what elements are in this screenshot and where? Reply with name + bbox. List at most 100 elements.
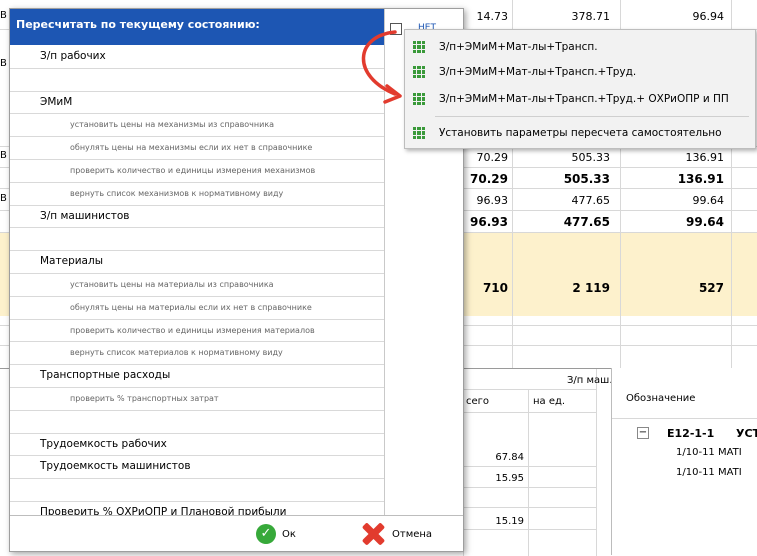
grid-line	[612, 418, 757, 419]
section-label: Трудоемкость рабочих	[40, 437, 167, 450]
option-item[interactable]: проверить % транспортных затрат	[70, 394, 219, 403]
grid-icon	[413, 127, 425, 139]
option-item[interactable]: установить цены на механизмы из справочн…	[70, 120, 274, 129]
row-separator	[10, 341, 384, 343]
menu-item-preset-3[interactable]: З/п+ЭМиМ+Мат-лы+Трансп.+Труд.+ ОХРиОПР и…	[405, 88, 755, 110]
option-item[interactable]: вернуть список механизмов к нормативному…	[70, 189, 283, 198]
option-item[interactable]: проверить количество и единицы измерения…	[70, 166, 315, 175]
row-separator	[10, 113, 384, 115]
row-marker: B	[0, 58, 7, 69]
table-cell: 15.95	[495, 473, 524, 484]
grid-line	[463, 507, 596, 508]
row-separator	[10, 181, 384, 183]
table-cell: 70.29	[470, 172, 508, 186]
row-separator	[10, 364, 384, 366]
option-item[interactable]: проверить количество и единицы измерения…	[70, 326, 315, 335]
row-separator	[10, 318, 384, 320]
grid-line	[596, 369, 597, 556]
option-item[interactable]: обнулять цены на механизмы если их нет в…	[70, 143, 312, 152]
annotation-arrow	[361, 30, 402, 104]
menu-item-preset-2[interactable]: З/п+ЭМиМ+Мат-лы+Трансп.+Труд.	[405, 61, 755, 83]
menu-item-label: З/п+ЭМиМ+Мат-лы+Трансп.+Труд.+ ОХРиОПР и…	[439, 93, 729, 105]
table-cell: 67.84	[495, 452, 524, 463]
table-cell: 477.65	[563, 215, 610, 229]
table-cell: 96.93	[476, 194, 509, 207]
section-label: З/п рабочих	[40, 50, 106, 62]
row-separator	[10, 227, 384, 229]
close-icon	[360, 523, 386, 545]
section-label: ЭМиМ	[40, 95, 73, 108]
row-marker: B	[0, 10, 7, 21]
table-cell: 505.33	[571, 151, 611, 164]
table-cell: 527	[698, 281, 724, 295]
section-label: Трудоемкость машинистов	[40, 460, 191, 473]
table-cell: 96.94	[692, 10, 725, 23]
grid-line	[463, 487, 596, 488]
ok-button-label: Ок	[282, 528, 296, 540]
row-separator	[10, 136, 384, 138]
option-item[interactable]: установить цены на материалы из справочн…	[70, 280, 274, 289]
table-cell: 99.64	[686, 215, 724, 229]
table-cell: 99.64	[692, 194, 725, 207]
table-cell: 14.73	[476, 10, 509, 23]
collapse-icon[interactable]: −	[637, 427, 649, 439]
tree-header: Обозначение	[626, 393, 696, 404]
dialog-title: Пересчитать по текущему состоянию:	[10, 9, 384, 45]
menu-separator	[435, 116, 749, 117]
grid-line	[463, 389, 596, 390]
table-cell: 70.29	[476, 151, 509, 164]
ok-button[interactable]: ✓ Ок	[256, 520, 296, 548]
table-cell: 15.19	[495, 516, 524, 527]
grid-line	[463, 412, 596, 413]
table-cell: 136.91	[677, 172, 724, 186]
row-separator	[10, 501, 384, 502]
table-cell: 96.93	[470, 215, 508, 229]
dialog-footer: ✓ Ок Отмена	[10, 515, 463, 551]
row-separator	[10, 455, 384, 457]
column-header: сего	[466, 396, 490, 407]
row-separator	[10, 250, 384, 252]
row-separator	[10, 90, 384, 92]
menu-item-preset-1[interactable]: З/п+ЭМиМ+Мат-лы+Трансп.	[405, 36, 755, 58]
tree-panel: Обозначение − E12-1-1 УСТ 1/10-11 MATI 1…	[611, 368, 757, 555]
menu-item-label: З/п+ЭМиМ+Мат-лы+Трансп.+Труд.	[439, 66, 637, 78]
menu-item-label: Установить параметры пересчета самостоят…	[439, 127, 722, 139]
row-marker: B	[0, 193, 7, 204]
row-separator	[10, 409, 384, 411]
menu-item-label: З/п+ЭМиМ+Мат-лы+Трансп.	[439, 41, 598, 53]
row-separator	[10, 432, 384, 434]
grid-line	[463, 529, 596, 530]
option-item[interactable]: обнулять цены на материалы если их нет в…	[70, 303, 312, 312]
section-label: Транспортные расходы	[40, 369, 171, 382]
section-label: З/п машинистов	[40, 209, 130, 222]
row-separator	[10, 295, 384, 297]
table-cell: 477.65	[571, 194, 611, 207]
row-separator	[10, 478, 384, 480]
column-header: З/п маш.	[567, 375, 613, 386]
tree-node-suffix: УСТ	[736, 427, 757, 440]
table-cell: 136.91	[685, 151, 725, 164]
grid-line	[463, 466, 596, 467]
row-separator	[10, 273, 384, 274]
row-separator	[10, 204, 384, 206]
tree-node-code[interactable]: E12-1-1	[667, 427, 714, 440]
grid-line	[528, 389, 529, 556]
table-cell: 710	[482, 281, 508, 295]
cancel-button-label: Отмена	[392, 528, 433, 540]
tree-row[interactable]: 1/10-11 MATI	[676, 447, 742, 458]
column-header: на ед.	[533, 396, 566, 407]
section-label: Материалы	[40, 255, 103, 268]
row-separator	[10, 67, 384, 69]
option-item[interactable]: вернуть список материалов к нормативному…	[70, 348, 283, 357]
cancel-button[interactable]: Отмена	[360, 520, 432, 548]
check-icon: ✓	[256, 524, 276, 544]
table-cell: 505.33	[563, 172, 610, 186]
table-cell: 378.71	[571, 10, 611, 23]
row-separator	[10, 159, 384, 160]
preset-menu: З/п+ЭМиМ+Мат-лы+Трансп. З/п+ЭМиМ+Мат-лы+…	[404, 29, 756, 149]
menu-item-custom[interactable]: Установить параметры пересчета самостоят…	[405, 122, 755, 144]
row-separator	[10, 387, 384, 388]
table-cell: 2 119	[572, 281, 610, 295]
tree-row[interactable]: 1/10-11 MATI	[676, 467, 742, 478]
row-marker: B	[0, 150, 7, 161]
